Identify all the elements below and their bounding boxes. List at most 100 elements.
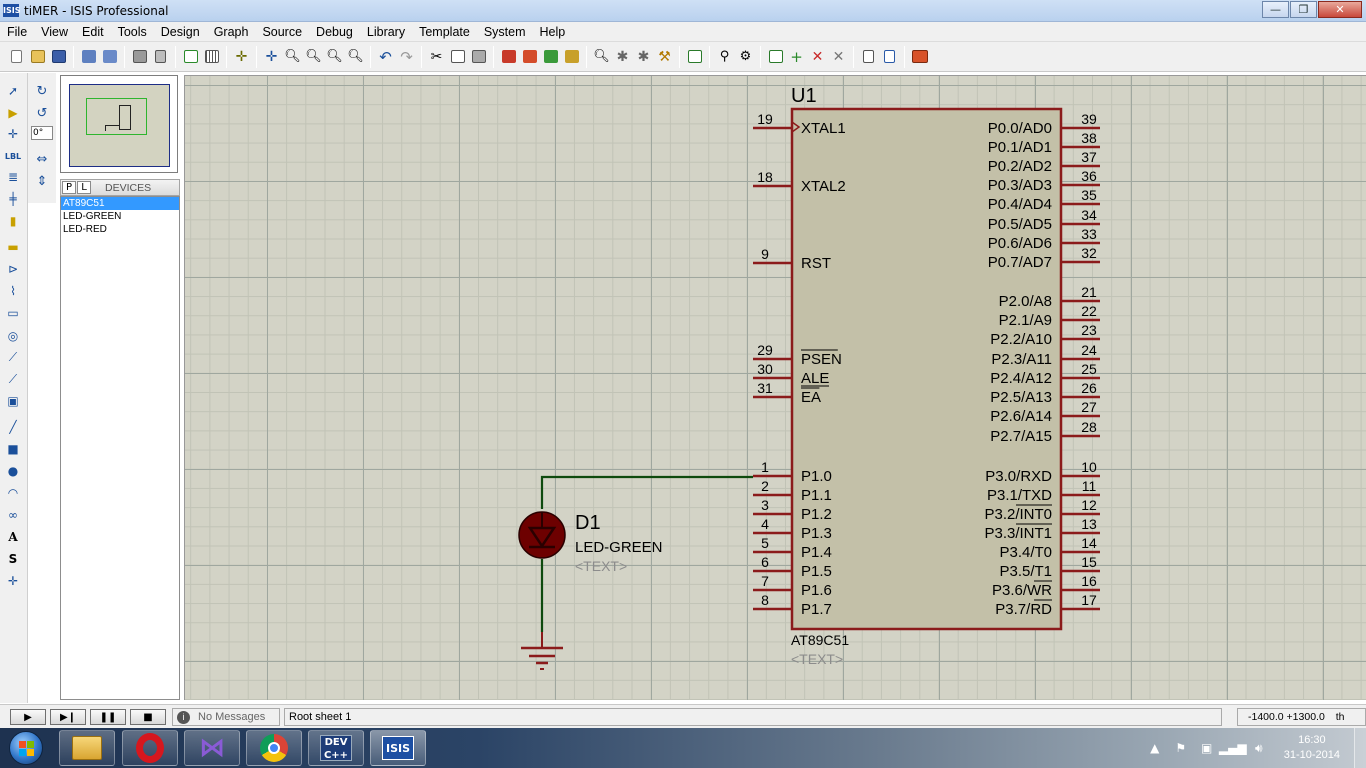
- zoom-out-icon[interactable]: 🔍︎: [304, 47, 324, 67]
- show-desktop-button[interactable]: [1354, 728, 1366, 768]
- mirror-x-icon[interactable]: ⇔: [33, 151, 51, 167]
- library-manager-button[interactable]: L: [77, 181, 91, 194]
- block-rotate-icon[interactable]: [541, 47, 561, 67]
- voltage-probe-icon[interactable]: ⟋: [4, 349, 22, 365]
- box-2d-icon[interactable]: ■: [4, 441, 22, 457]
- block-move-icon[interactable]: [520, 47, 540, 67]
- grid-toggle-icon[interactable]: [202, 47, 222, 67]
- dev-cpp-taskbar-button[interactable]: DEV C++: [308, 730, 364, 766]
- pan-icon[interactable]: ✛: [262, 47, 282, 67]
- search-tag-icon[interactable]: ⚲: [715, 47, 735, 67]
- import-section-icon[interactable]: [79, 47, 99, 67]
- action-center-flag-icon[interactable]: ⚑: [1172, 741, 1190, 755]
- undo-icon[interactable]: ↶: [376, 47, 396, 67]
- start-button[interactable]: [3, 729, 49, 767]
- markers-icon[interactable]: ✛: [4, 573, 22, 589]
- block-delete-icon[interactable]: [562, 47, 582, 67]
- network-signal-icon[interactable]: ▂▄▆: [1219, 741, 1247, 755]
- new-sheet-icon[interactable]: [766, 47, 786, 67]
- wire-label-icon[interactable]: LBL: [4, 148, 22, 164]
- rotate-clockwise-icon[interactable]: ↻: [33, 83, 51, 99]
- rotate-anticlockwise-icon[interactable]: ↺: [33, 105, 51, 121]
- maximize-button[interactable]: ❐: [1290, 1, 1317, 18]
- messages-indicator[interactable]: i No Messages: [172, 708, 280, 726]
- menu-tools[interactable]: Tools: [111, 25, 154, 39]
- block-copy-icon[interactable]: [499, 47, 519, 67]
- schematic-canvas[interactable]: U1 19 XTAL1 18 XTAL2 9 RST 29 PSEN 30 ALE 31 EA 1 P1.…: [184, 75, 1366, 700]
- selection-mode-icon[interactable]: ➚: [4, 83, 22, 99]
- d1-led-green[interactable]: D1 LED-GREEN <TEXT>: [518, 511, 663, 574]
- close-button[interactable]: ✕: [1318, 1, 1362, 18]
- property-assignment-icon[interactable]: ⚙: [736, 47, 756, 67]
- symbol-2d-icon[interactable]: S: [4, 551, 22, 567]
- menu-debug[interactable]: Debug: [309, 25, 360, 39]
- refresh-icon[interactable]: [181, 47, 201, 67]
- packaging-icon[interactable]: ✱: [634, 47, 654, 67]
- origin-icon[interactable]: ✛: [232, 47, 252, 67]
- overview-window[interactable]: [60, 75, 178, 173]
- component-mode-icon[interactable]: ▶: [4, 105, 22, 121]
- minimize-button[interactable]: —: [1262, 1, 1289, 18]
- pause-button[interactable]: ❚❚: [90, 709, 126, 725]
- play-button[interactable]: ▶: [10, 709, 46, 725]
- menu-template[interactable]: Template: [412, 25, 477, 39]
- circle-2d-icon[interactable]: ●: [4, 463, 22, 479]
- menu-source[interactable]: Source: [255, 25, 309, 39]
- text-script-icon[interactable]: ≣: [4, 169, 22, 185]
- wire-autorouter-icon[interactable]: [685, 47, 705, 67]
- file-explorer-taskbar-button[interactable]: [59, 730, 115, 766]
- tape-recorder-icon[interactable]: ▭: [4, 305, 22, 321]
- current-probe-icon[interactable]: ⟋: [4, 371, 22, 387]
- terminals-icon[interactable]: ▬: [4, 239, 22, 255]
- netlist-to-ares-icon[interactable]: [910, 47, 930, 67]
- subcircuit-icon[interactable]: ▮: [4, 213, 22, 229]
- menu-file[interactable]: File: [0, 25, 34, 39]
- system-clock[interactable]: 16:30 31-10-2014: [1284, 733, 1340, 763]
- isis-app-icon[interactable]: ISIS: [3, 4, 20, 17]
- menu-view[interactable]: View: [34, 25, 75, 39]
- save-icon[interactable]: [49, 47, 69, 67]
- export-section-icon[interactable]: [100, 47, 120, 67]
- menu-help[interactable]: Help: [533, 25, 573, 39]
- make-device-icon[interactable]: ✱: [613, 47, 633, 67]
- cut-icon[interactable]: ✂: [427, 47, 447, 67]
- graph-mode-icon[interactable]: ⌇: [4, 283, 22, 299]
- isis-taskbar-button[interactable]: ISIS: [370, 730, 426, 766]
- new-file-icon[interactable]: [7, 47, 27, 67]
- copy-icon[interactable]: [448, 47, 468, 67]
- menu-edit[interactable]: Edit: [75, 25, 111, 39]
- zoom-all-icon[interactable]: 🔍︎: [325, 47, 345, 67]
- menu-system[interactable]: System: [477, 25, 533, 39]
- device-pins-icon[interactable]: ⊳: [4, 261, 22, 277]
- pick-devices-button[interactable]: P: [62, 181, 76, 194]
- text-2d-icon[interactable]: A: [4, 529, 22, 545]
- junction-dot-icon[interactable]: ✛: [4, 126, 22, 142]
- print-area-icon[interactable]: [151, 47, 171, 67]
- zoom-in-icon[interactable]: 🔍︎: [283, 47, 303, 67]
- chrome-taskbar-button[interactable]: [246, 730, 302, 766]
- visual-studio-taskbar-button[interactable]: ⋈: [184, 730, 240, 766]
- step-button[interactable]: ▶❙: [50, 709, 86, 725]
- rotation-angle-field[interactable]: 0°: [31, 126, 53, 140]
- menu-graph[interactable]: Graph: [207, 25, 256, 39]
- volume-icon[interactable]: 🔊︎: [1250, 741, 1268, 755]
- menu-design[interactable]: Design: [154, 25, 207, 39]
- electrical-rule-check-icon[interactable]: [880, 47, 900, 67]
- virtual-instruments-icon[interactable]: ▣: [4, 393, 22, 409]
- redo-icon[interactable]: ↷: [397, 47, 417, 67]
- remove-sheet-icon[interactable]: ✕: [808, 47, 828, 67]
- device-item[interactable]: LED-GREEN: [61, 210, 179, 223]
- wire-p10-to-led[interactable]: [540, 475, 753, 509]
- mirror-y-icon[interactable]: ⇕: [33, 173, 51, 189]
- paste-icon[interactable]: [469, 47, 489, 67]
- stop-button[interactable]: ■: [130, 709, 166, 725]
- add-sheet-icon[interactable]: +: [787, 47, 807, 67]
- line-2d-icon[interactable]: ╱: [4, 419, 22, 435]
- generator-icon[interactable]: ◎: [4, 328, 22, 344]
- show-hidden-icons[interactable]: ▲: [1146, 741, 1164, 755]
- print-icon[interactable]: [130, 47, 150, 67]
- menu-library[interactable]: Library: [360, 25, 412, 39]
- u1-at89c51[interactable]: U1 19 XTAL1 18 XTAL2 9 RST 29 PSEN 30 ALE 31 EA 1 P1.…: [753, 85, 1100, 667]
- device-item[interactable]: AT89C51: [61, 197, 179, 210]
- usb-device-icon[interactable]: ▣: [1198, 741, 1216, 755]
